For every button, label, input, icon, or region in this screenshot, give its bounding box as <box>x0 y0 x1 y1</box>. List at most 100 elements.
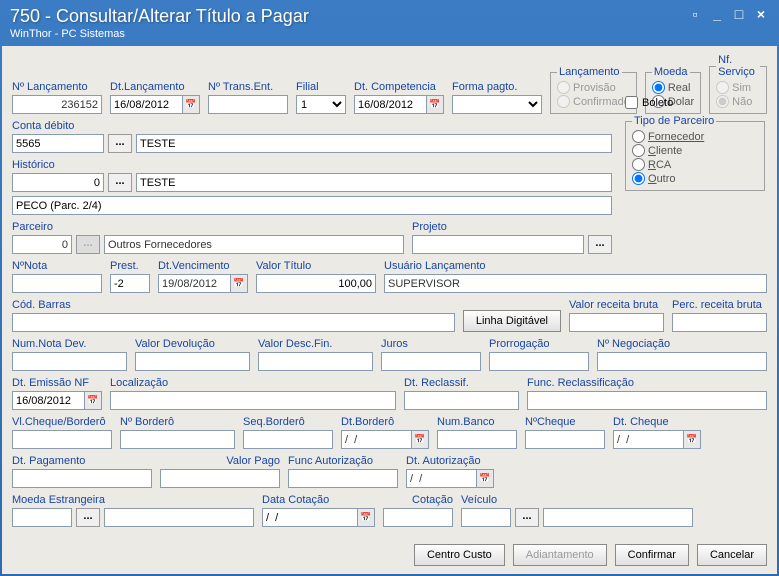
label-projeto: Projeto <box>412 221 612 233</box>
dtcomp-calendar-icon[interactable]: 📅 <box>426 95 444 114</box>
dtcot-calendar-icon[interactable]: 📅 <box>357 508 375 527</box>
label-vdev: Valor Devolução <box>135 338 250 350</box>
label-dtcomp: Dt. Competencia <box>354 81 444 93</box>
window-title: 750 - Consultar/Alterar Título a Pagar <box>10 6 309 27</box>
ncheque-input <box>525 430 605 449</box>
prb-input[interactable] <box>672 313 767 332</box>
minimize-icon[interactable]: _ <box>709 6 725 22</box>
centro-custo-button[interactable]: Centro Custo <box>414 544 505 566</box>
projeto-input[interactable] <box>412 235 584 254</box>
dtvenc-calendar-icon[interactable]: 📅 <box>230 274 248 293</box>
juros-input <box>381 352 481 371</box>
historico-line2-input[interactable] <box>12 196 612 215</box>
label-dtpag: Dt. Pagamento <box>12 455 152 467</box>
sbord-input <box>243 430 333 449</box>
label-dtaut: Dt. Autorização <box>406 455 494 467</box>
lancamento-legend: Lançamento <box>557 66 622 78</box>
label-prb: Perc. receita bruta <box>672 299 767 311</box>
vdf-input <box>258 352 373 371</box>
label-dtrecl: Dt. Reclassif. <box>404 377 519 389</box>
dtrecl-input <box>404 391 519 410</box>
label-filial: Filial <box>296 81 346 93</box>
veiculo-lookup-button[interactable]: ... <box>515 508 539 527</box>
label-dtlanc: Dt.Lançamento <box>110 81 200 93</box>
label-dtcheque: Dt. Cheque <box>613 416 701 428</box>
nbord-input <box>120 430 235 449</box>
formapag-select[interactable] <box>452 95 542 114</box>
dtemnf-input[interactable] <box>12 391 84 410</box>
vrb-input[interactable] <box>569 313 664 332</box>
veiculo-input[interactable] <box>461 508 511 527</box>
radio-confirmado: Confirmado <box>557 95 630 108</box>
codbarras-input[interactable] <box>12 313 455 332</box>
dtcot-input[interactable] <box>262 508 357 527</box>
radio-outro[interactable]: Outro <box>632 172 758 185</box>
dtlanc-calendar-icon[interactable]: 📅 <box>182 95 200 114</box>
vdev-input <box>135 352 250 371</box>
vcb-input <box>12 430 112 449</box>
label-vrb: Valor receita bruta <box>569 299 664 311</box>
label-vpago: Valor Pago <box>160 455 280 467</box>
moedaest-input[interactable] <box>12 508 72 527</box>
radio-cliente[interactable]: Cliente <box>632 144 758 157</box>
historico-lookup-button[interactable]: ... <box>108 173 132 192</box>
label-prorr: Prorrogação <box>489 338 589 350</box>
label-parceiro: Parceiro <box>12 221 404 233</box>
label-dtcot: Data Cotação <box>262 494 375 506</box>
label-valortit: Valor Título <box>256 260 376 272</box>
label-funcrecl: Func. Reclassificação <box>527 377 767 389</box>
filial-select[interactable]: 1 <box>296 95 346 114</box>
loc-input[interactable] <box>110 391 396 410</box>
linhadig-button[interactable]: Linha Digitável <box>463 310 561 332</box>
titlebar: 750 - Consultar/Alterar Título a Pagar W… <box>2 2 777 46</box>
moedaest-desc-input <box>104 508 254 527</box>
dtbord-input <box>341 430 411 449</box>
confirmar-button[interactable]: Confirmar <box>615 544 689 566</box>
usuario-input <box>384 274 767 293</box>
restore-icon[interactable]: ▫ <box>687 6 703 22</box>
label-dtbord: Dt.Borderô <box>341 416 429 428</box>
moedaest-lookup-button[interactable]: ... <box>76 508 100 527</box>
label-codbarras: Cód. Barras <box>12 299 455 311</box>
boleto-checkbox[interactable]: Boleto <box>625 96 765 109</box>
radio-rca[interactable]: RCA <box>632 158 758 171</box>
label-nbord: Nº Borderô <box>120 416 235 428</box>
nneg-input <box>597 352 767 371</box>
nnota-input[interactable] <box>12 274 102 293</box>
radio-real[interactable]: Real <box>652 81 694 94</box>
label-funcaut: Func Autorização <box>288 455 398 467</box>
cancelar-button[interactable]: Cancelar <box>697 544 767 566</box>
prest-input[interactable] <box>110 274 150 293</box>
conta-desc-input[interactable] <box>136 134 612 153</box>
valortit-input[interactable] <box>256 274 376 293</box>
funcaut-input <box>288 469 398 488</box>
historico-input[interactable] <box>12 173 104 192</box>
maximize-icon[interactable]: □ <box>731 6 747 22</box>
conta-input[interactable] <box>12 134 104 153</box>
radio-fornecedor[interactable]: Fornecedor <box>632 130 758 143</box>
label-juros: Juros <box>381 338 481 350</box>
label-ntrans: Nº Trans.Ent. <box>208 81 288 93</box>
parceiro-desc-input <box>104 235 404 254</box>
label-ncheque: NºCheque <box>525 416 605 428</box>
historico-desc-input[interactable] <box>136 173 612 192</box>
veiculo-desc-input <box>543 508 693 527</box>
label-formapag: Forma pagto. <box>452 81 542 93</box>
dtaut-input <box>406 469 476 488</box>
parceiro-lookup-button[interactable]: ... <box>76 235 100 254</box>
funcrecl-input <box>527 391 767 410</box>
dtlanc-input[interactable] <box>110 95 182 114</box>
label-cotacao: Cotação <box>383 494 453 506</box>
dtcomp-input[interactable] <box>354 95 426 114</box>
close-icon[interactable]: × <box>753 6 769 22</box>
label-nnd: Num.Nota Dev. <box>12 338 127 350</box>
dtaut-calendar-icon: 📅 <box>476 469 494 488</box>
label-loc: Localização <box>110 377 396 389</box>
conta-lookup-button[interactable]: ... <box>108 134 132 153</box>
dtemnf-calendar-icon[interactable]: 📅 <box>84 391 102 410</box>
label-moedaest: Moeda Estrangeira <box>12 494 254 506</box>
nlanc-input <box>12 95 102 114</box>
projeto-lookup-button[interactable]: ... <box>588 235 612 254</box>
label-veiculo: Veículo <box>461 494 693 506</box>
label-nneg: Nº Negociação <box>597 338 767 350</box>
